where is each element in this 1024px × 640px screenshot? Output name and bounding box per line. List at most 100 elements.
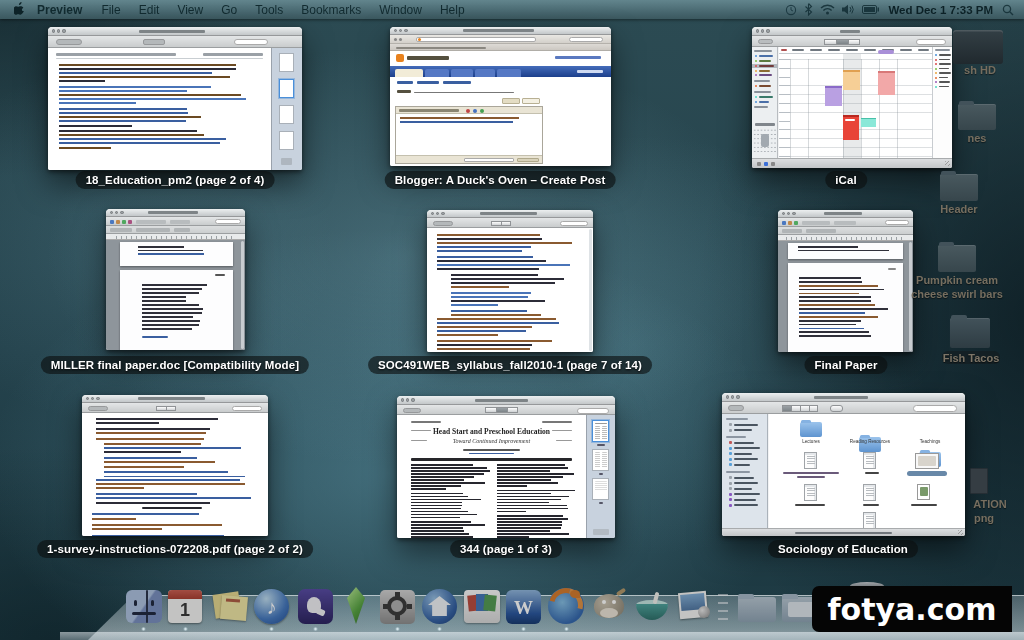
text-line [400, 117, 519, 119]
paper-title: Head Start and Preschool Education [397, 427, 586, 436]
menu-go[interactable]: Go [212, 3, 246, 17]
text-line [59, 112, 188, 114]
menu-tools[interactable]: Tools [246, 3, 292, 17]
desktop-icon-png-file[interactable] [970, 468, 988, 494]
spotlight-icon[interactable] [1002, 4, 1014, 16]
desktop-label[interactable]: nes [968, 132, 987, 144]
text-line [92, 524, 222, 526]
desktop-icon-folder-pumpkin[interactable] [938, 245, 976, 272]
menu-bookmarks[interactable]: Bookmarks [292, 3, 370, 17]
text-line [59, 86, 211, 88]
text-line [411, 502, 462, 504]
text-line [437, 340, 552, 342]
sync-status-icon[interactable] [785, 4, 797, 16]
window-preview-survey-instructions[interactable] [82, 395, 268, 536]
desktop-icon-folder-header[interactable] [940, 174, 978, 201]
text-line [497, 518, 568, 520]
desktop-icon-folder[interactable] [958, 104, 996, 130]
text-line [142, 292, 199, 294]
desktop-label[interactable]: Header [940, 203, 977, 215]
text-line [411, 499, 481, 501]
text-line [59, 116, 201, 118]
menu-window[interactable]: Window [370, 3, 431, 17]
expose-label[interactable]: Sociology of Education [768, 540, 918, 558]
calendar-event-red[interactable] [843, 115, 859, 140]
document-text [96, 479, 252, 505]
menu-view[interactable]: View [168, 3, 212, 17]
window-preview-18-education[interactable] [48, 27, 302, 170]
text-line [451, 310, 527, 312]
text-line [59, 125, 132, 127]
window-preview-soc491-syllabus[interactable] [427, 210, 593, 352]
window-word-miller-paper[interactable] [106, 209, 245, 350]
menu-help[interactable]: Help [431, 3, 474, 17]
finder-folder-label[interactable]: Lectures [781, 439, 841, 444]
text-line [497, 470, 550, 472]
menu-file[interactable]: File [92, 3, 129, 17]
desktop-icon-macintosh-hd[interactable] [953, 30, 1003, 64]
window-ical[interactable] [752, 27, 952, 168]
apple-logo-icon[interactable] [14, 2, 27, 17]
text-line [138, 250, 203, 252]
text-line [59, 80, 105, 82]
text-line [799, 289, 884, 291]
expose-label[interactable]: Final Paper [804, 356, 887, 374]
text-line [138, 246, 184, 248]
text-line [437, 344, 532, 346]
text-line [59, 130, 197, 132]
calendar-event-orange[interactable] [843, 70, 860, 90]
finder-folder-label[interactable]: Teachings [900, 439, 960, 444]
text-line [799, 285, 878, 287]
calendar-event-purple[interactable] [825, 86, 842, 106]
document-text [437, 318, 579, 352]
expose-label[interactable]: Blogger: A Duck's Oven – Create Post [385, 171, 616, 189]
desktop-label[interactable]: Fish Tacos [943, 352, 1000, 364]
finder-folder-label[interactable]: Reading Resources [840, 439, 900, 444]
window-blogger-create-post[interactable] [390, 27, 611, 166]
text-line [96, 502, 210, 504]
desktop-label[interactable]: Pumpkin cream [916, 274, 998, 286]
page-text [142, 284, 210, 336]
window-preview-344[interactable]: Head Start and Preschool Education Towar… [397, 396, 615, 538]
window-word-final-paper[interactable] [778, 210, 913, 352]
volume-icon[interactable] [842, 4, 855, 15]
menu-edit[interactable]: Edit [130, 3, 169, 17]
text-line [497, 508, 568, 510]
text-line [799, 304, 875, 306]
text-line [96, 418, 218, 420]
text-line [59, 108, 187, 110]
menu-app-name[interactable]: Preview [27, 3, 92, 17]
text-line [411, 517, 460, 519]
text-line [437, 242, 572, 244]
window-finder-sociology[interactable]: Lectures Reading Resources Teachings [722, 393, 965, 536]
desktop-label[interactable]: png [974, 512, 994, 524]
text-line [96, 497, 251, 499]
wifi-icon[interactable] [820, 4, 835, 15]
text-line [437, 260, 546, 262]
text-line [451, 304, 498, 306]
text-line [59, 94, 241, 96]
expose-label[interactable]: 344 (page 1 of 3) [450, 540, 562, 558]
document-text [104, 443, 252, 477]
text-line [411, 514, 477, 516]
expose-label[interactable]: MILLER final paper.doc [Compatibility Mo… [41, 356, 309, 374]
expose-label[interactable]: 1-survey-instructions-072208.pdf (page 2… [37, 540, 313, 558]
expose-label[interactable]: 18_Education_pm2 (page 2 of 4) [76, 171, 275, 189]
text-line [799, 316, 878, 318]
bluetooth-icon[interactable] [804, 3, 813, 16]
battery-icon[interactable] [862, 5, 879, 14]
text-line [411, 530, 464, 532]
calendar-event-pink[interactable] [878, 71, 895, 95]
desktop-icon-folder-fish-tacos[interactable] [950, 318, 990, 348]
desktop-label[interactable]: sh HD [964, 64, 996, 76]
desktop-label[interactable]: cheese swirl bars [911, 288, 1003, 300]
text-line [96, 493, 197, 495]
text-line [411, 508, 461, 510]
text-line [96, 422, 159, 424]
expose-label[interactable]: SOC491WEB_syllabus_fall2010-1 (page 7 of… [368, 356, 652, 374]
desktop-label[interactable]: ATION [973, 498, 1006, 510]
expose-label[interactable]: iCal [825, 171, 867, 189]
menu-clock[interactable]: Wed Dec 1 7:33 PM [886, 4, 995, 16]
calendar-event-teal[interactable] [861, 118, 876, 127]
text-line [799, 293, 859, 295]
